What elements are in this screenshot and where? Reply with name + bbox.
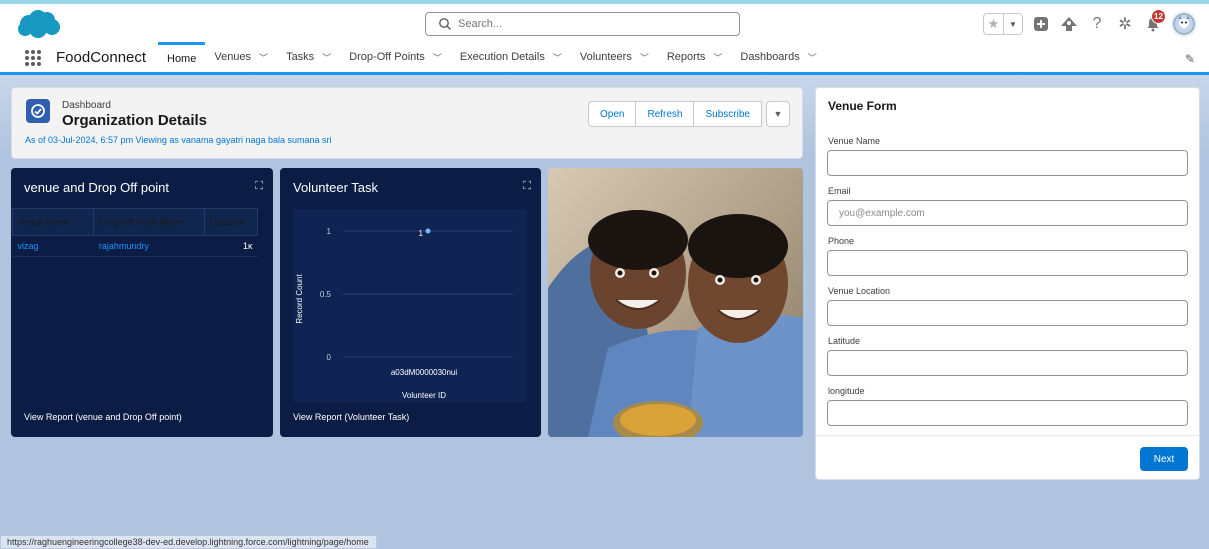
cell-distance: 1ĸ bbox=[204, 235, 258, 257]
tab-home[interactable]: Home bbox=[158, 42, 206, 72]
app-name: FoodConnect bbox=[56, 49, 147, 66]
tab-reports[interactable]: Reports ﹀ bbox=[658, 42, 732, 72]
form-title: Venue Form bbox=[828, 99, 897, 113]
y-tick-label: 0 bbox=[327, 353, 332, 362]
label-latitude: Latitude bbox=[828, 336, 861, 346]
widget-title: Volunteer Task bbox=[293, 180, 379, 195]
cell-venue-name[interactable]: vizag bbox=[12, 235, 94, 257]
avatar[interactable] bbox=[1171, 11, 1197, 37]
y-tick-label: 0.5 bbox=[320, 290, 332, 299]
tab-drop-off-points[interactable]: Drop-Off Points ﹀ bbox=[340, 42, 451, 72]
expand-icon[interactable]: ⛶ bbox=[523, 180, 531, 193]
venue-location-field[interactable] bbox=[827, 300, 1188, 326]
column-header-drop-off-point[interactable]: Drop-Off Point Name bbox=[93, 208, 205, 236]
bell-icon[interactable]: 12 bbox=[1143, 9, 1166, 34]
tab-execution-details[interactable]: Execution Details ﹀ bbox=[451, 42, 571, 72]
refresh-button[interactable]: Refresh bbox=[636, 101, 695, 127]
dashboard-header: Dashboard Organization Details As of 03-… bbox=[11, 87, 803, 159]
chevron-down-icon[interactable]: ﹀ bbox=[713, 51, 722, 64]
view-report-link[interactable]: View Report (venue and Drop Off point) bbox=[24, 412, 182, 422]
edit-pencil-icon[interactable]: ✎ bbox=[1185, 52, 1195, 66]
x-axis-label: Volunteer ID bbox=[402, 391, 446, 400]
label-email: Email bbox=[828, 186, 851, 196]
app-launcher-icon[interactable] bbox=[25, 50, 41, 66]
phone-field[interactable] bbox=[827, 250, 1188, 276]
label-longitude: longitude bbox=[828, 386, 865, 396]
tab-dashboards[interactable]: Dashboards ﹀ bbox=[731, 42, 825, 72]
chevron-down-icon[interactable]: ﹀ bbox=[808, 51, 817, 64]
dashboard-icon bbox=[26, 99, 50, 123]
chevron-down-icon[interactable]: ﹀ bbox=[259, 51, 268, 64]
data-point bbox=[425, 228, 431, 234]
help-icon[interactable]: ? bbox=[1087, 14, 1107, 34]
expand-icon[interactable]: ⛶ bbox=[255, 180, 263, 193]
global-header: ★ ▼ ? ✲ 12 bbox=[0, 4, 1209, 42]
open-button[interactable]: Open bbox=[588, 101, 637, 127]
cloud-logo[interactable] bbox=[16, 9, 62, 39]
column-header-venue-name[interactable]: Venue Name ↑ bbox=[11, 208, 95, 236]
volunteer-task-chart: 1 0.5 0 1 a03dM0000030nui Volunteer ID Record … bbox=[293, 209, 527, 402]
subscribe-button[interactable]: Subscribe bbox=[694, 101, 762, 127]
page-title: Organization Details bbox=[62, 112, 208, 129]
widget-title: venue and Drop Off point bbox=[24, 180, 170, 195]
table-row: vizag rajahmundry 1ĸ bbox=[12, 235, 258, 257]
label-venue-name: Venue Name bbox=[828, 136, 881, 146]
y-axis-label: Record Count bbox=[295, 274, 304, 324]
tab-tasks[interactable]: Tasks ﹀ bbox=[277, 42, 340, 72]
favorites-group: ★ ▼ bbox=[983, 13, 1023, 35]
dashboard-type-label: Dashboard bbox=[62, 100, 111, 111]
cell-drop-off-point[interactable]: rajahmundry bbox=[93, 235, 205, 257]
chevron-down-icon[interactable]: ▼ bbox=[1003, 14, 1022, 34]
y-tick-label: 1 bbox=[327, 227, 332, 236]
venue-form: Venue Form Venue Name Email Phone Venue … bbox=[815, 87, 1200, 480]
header-utility-icons: ★ ▼ ? ✲ 12 bbox=[983, 9, 1197, 38]
venue-dropoff-table: Venue Name ↑ Drop-Off Point Name Distanc… bbox=[11, 208, 259, 257]
venue-name-field[interactable] bbox=[827, 150, 1188, 176]
search-icon bbox=[438, 17, 452, 31]
dashboard-actions: Open Refresh Subscribe ▼ bbox=[588, 101, 790, 127]
label-venue-location: Venue Location bbox=[828, 286, 891, 296]
longitude-field[interactable] bbox=[827, 400, 1188, 426]
star-icon[interactable]: ★ bbox=[984, 14, 1003, 34]
chevron-down-icon[interactable]: ﹀ bbox=[553, 51, 562, 64]
column-header-distance[interactable]: Distance bbox=[203, 208, 259, 236]
tab-venues[interactable]: Venues ﹀ bbox=[205, 42, 277, 72]
search-input[interactable] bbox=[458, 18, 718, 30]
status-bar-url: https://raghuengineeringcollege38-dev-ed… bbox=[0, 535, 377, 549]
gear-icon[interactable]: ✲ bbox=[1115, 14, 1135, 34]
plus-icon[interactable] bbox=[1031, 14, 1051, 34]
trailhead-icon[interactable] bbox=[1059, 14, 1079, 34]
email-field[interactable] bbox=[827, 200, 1188, 226]
chevron-down-icon[interactable]: ﹀ bbox=[322, 51, 331, 64]
more-actions-dropdown[interactable]: ▼ bbox=[765, 101, 790, 127]
global-search[interactable] bbox=[425, 12, 740, 36]
view-report-link[interactable]: View Report (Volunteer Task) bbox=[293, 412, 409, 422]
form-divider bbox=[816, 435, 1199, 436]
chart-svg: 1 0.5 0 1 a03dM0000030nui Volunteer ID Record … bbox=[295, 227, 513, 400]
tab-volunteers[interactable]: Volunteers ﹀ bbox=[571, 42, 658, 72]
notification-badge: 12 bbox=[1151, 9, 1166, 24]
dashboard-subtitle: As of 03-Jul-2024, 6:57 pm Viewing as va… bbox=[25, 135, 332, 145]
data-label: 1 bbox=[419, 229, 424, 238]
children-photo bbox=[548, 168, 803, 437]
chevron-down-icon[interactable]: ﹀ bbox=[433, 51, 442, 64]
x-tick-label: a03dM0000030nui bbox=[391, 368, 458, 377]
latitude-field[interactable] bbox=[827, 350, 1188, 376]
chevron-down-icon[interactable]: ﹀ bbox=[640, 51, 649, 64]
next-button[interactable]: Next bbox=[1140, 447, 1188, 471]
chevron-down-icon: ▼ bbox=[773, 109, 783, 119]
app-nav-bar: FoodConnect Home Venues ﹀ Tasks ﹀ Drop-Off… bbox=[0, 42, 1209, 75]
label-phone: Phone bbox=[828, 236, 855, 246]
nav-items: Home Venues ﹀ Tasks ﹀ Drop-Off Points ﹀ Exe… bbox=[158, 42, 826, 75]
